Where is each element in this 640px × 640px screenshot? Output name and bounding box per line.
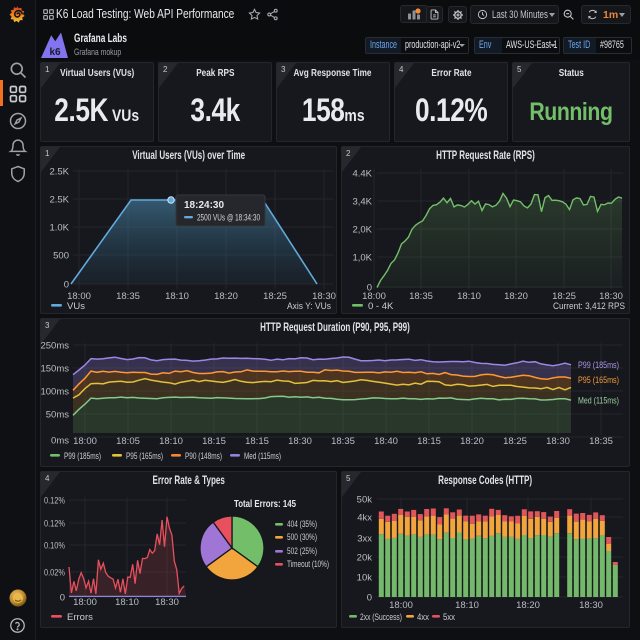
svg-text:250ms: 250ms xyxy=(41,341,69,352)
svg-text:Timeout (10%): Timeout (10%) xyxy=(287,559,329,570)
svg-text:18:35: 18:35 xyxy=(331,436,355,447)
svg-text:18:24:30: 18:24:30 xyxy=(184,200,224,211)
svg-text:500: 500 xyxy=(53,251,69,262)
svg-text:18:30: 18:30 xyxy=(288,436,312,447)
svg-text:2500 VUs @ 18:34:30: 2500 VUs @ 18:34:30 xyxy=(197,213,260,224)
svg-text:18:30: 18:30 xyxy=(155,597,179,608)
svg-text:500 (30%): 500 (30%) xyxy=(287,532,317,543)
svg-text:18:10: 18:10 xyxy=(115,597,139,608)
svg-text:18:00: 18:00 xyxy=(73,597,97,608)
svg-text:18:40: 18:40 xyxy=(374,436,398,447)
svg-text:18:10: 18:10 xyxy=(159,436,183,447)
svg-text:1,0K: 1,0K xyxy=(352,253,372,264)
svg-text:4kx: 4kx xyxy=(357,513,372,524)
svg-text:2.5K: 2.5K xyxy=(49,167,69,178)
svg-text:18:20: 18:20 xyxy=(460,436,484,447)
svg-text:5xx: 5xx xyxy=(443,612,455,623)
svg-text:3,4K: 3,4K xyxy=(352,197,372,208)
svg-text:18:30: 18:30 xyxy=(579,600,603,611)
svg-text:18:35: 18:35 xyxy=(409,291,433,302)
svg-text:18:25: 18:25 xyxy=(503,436,527,447)
svg-text:18:10: 18:10 xyxy=(455,600,479,611)
svg-text:18:30: 18:30 xyxy=(546,436,570,447)
svg-text:Errors: Errors xyxy=(67,612,93,623)
svg-text:k6: k6 xyxy=(50,47,62,58)
svg-text:1.0K: 1.0K xyxy=(49,223,69,234)
svg-text:P99 (185ms): P99 (185ms) xyxy=(578,360,619,371)
svg-text:P95 (165ms): P95 (165ms) xyxy=(126,451,163,462)
svg-text:0.12%: 0.12% xyxy=(44,496,65,507)
svg-text:100ms: 100ms xyxy=(41,387,69,398)
svg-text:0: 0 xyxy=(60,593,65,604)
svg-text:0.10%: 0.10% xyxy=(44,541,65,552)
svg-text:18:10: 18:10 xyxy=(457,291,481,302)
svg-text:18:35: 18:35 xyxy=(589,436,613,447)
svg-text:150ms: 150ms xyxy=(41,364,69,375)
svg-text:18:20: 18:20 xyxy=(516,600,540,611)
svg-text:4xx: 4xx xyxy=(417,612,429,623)
svg-text:Total Errors: 145: Total Errors: 145 xyxy=(234,498,296,510)
svg-text:18:00: 18:00 xyxy=(73,436,97,447)
svg-text:502 (25%): 502 (25%) xyxy=(287,546,317,557)
svg-text:18:15: 18:15 xyxy=(417,436,441,447)
svg-text:0: 0 xyxy=(367,593,372,604)
svg-text:Axis Y: VUs: Axis Y: VUs xyxy=(287,301,331,312)
svg-text:50ms: 50ms xyxy=(46,410,69,421)
svg-text:Med (115ms): Med (115ms) xyxy=(244,451,281,462)
svg-text:18:15: 18:15 xyxy=(245,436,269,447)
svg-text:2,0K: 2,0K xyxy=(352,225,372,236)
svg-text:0: 0 xyxy=(64,280,69,291)
svg-text:18:35: 18:35 xyxy=(116,291,140,302)
svg-text:Med (115ms): Med (115ms) xyxy=(578,396,619,407)
svg-text:20k: 20k xyxy=(357,553,373,564)
svg-text:404 (35%): 404 (35%) xyxy=(287,519,317,530)
svg-text:18:20: 18:20 xyxy=(504,291,528,302)
svg-text:VUs: VUs xyxy=(67,301,85,312)
svg-text:P99 (185ms): P99 (185ms) xyxy=(64,451,101,462)
svg-text:18:20: 18:20 xyxy=(214,291,238,302)
svg-text:P90 (148ms): P90 (148ms) xyxy=(185,451,222,462)
svg-text:4.4K: 4.4K xyxy=(352,169,372,180)
svg-text:P95 (165ms): P95 (165ms) xyxy=(578,375,619,386)
svg-text:18:10: 18:10 xyxy=(165,291,189,302)
svg-text:18:15: 18:15 xyxy=(202,436,226,447)
svg-text:0.02%: 0.02% xyxy=(44,568,65,579)
svg-text:18:00: 18:00 xyxy=(389,600,413,611)
svg-text:2.5K: 2.5K xyxy=(49,195,69,206)
svg-text:18:05: 18:05 xyxy=(116,436,140,447)
svg-text:2xx (Success): 2xx (Success) xyxy=(360,612,402,623)
svg-text:18:25: 18:25 xyxy=(263,291,287,302)
svg-text:0ms: 0ms xyxy=(51,436,69,447)
svg-text:0 - 4K: 0 - 4K xyxy=(368,301,394,312)
svg-text:Current: 3,412 RPS: Current: 3,412 RPS xyxy=(553,301,625,312)
svg-text:10k: 10k xyxy=(357,573,373,584)
svg-text:0.12%: 0.12% xyxy=(44,519,65,530)
svg-text:50k: 50k xyxy=(357,495,373,506)
svg-text:3xx: 3xx xyxy=(357,534,372,545)
